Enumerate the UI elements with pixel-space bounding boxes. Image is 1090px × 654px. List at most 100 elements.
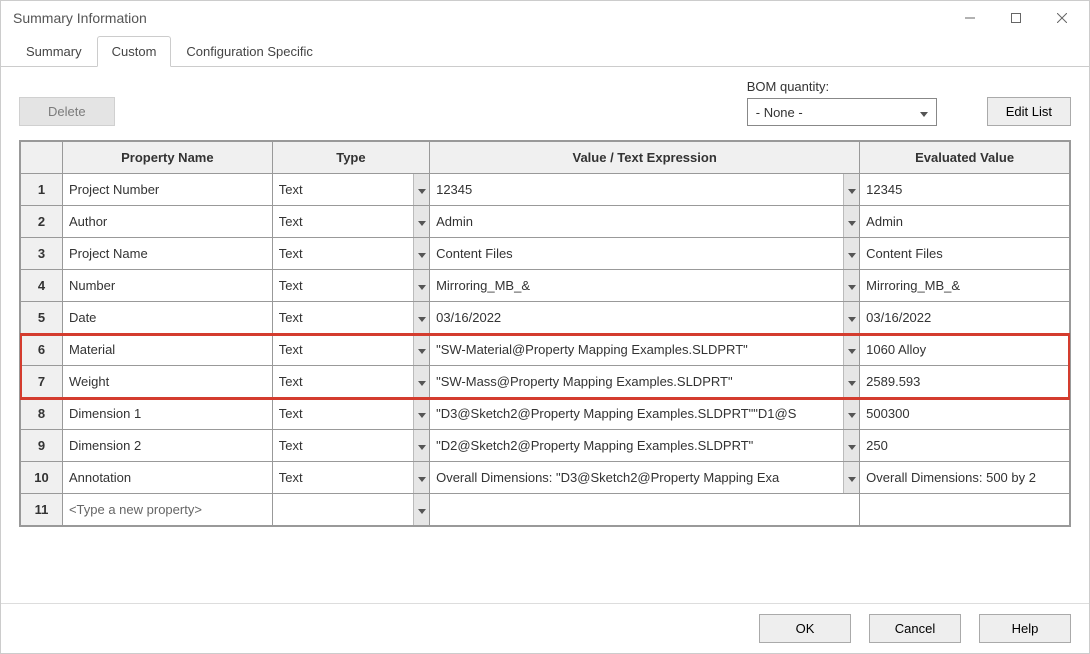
chevron-down-icon (418, 342, 426, 357)
cancel-button[interactable]: Cancel (869, 614, 961, 643)
titlebar: Summary Information (1, 1, 1089, 35)
cell-value-expression[interactable]: 12345 (430, 174, 860, 206)
chevron-down-icon (848, 246, 856, 261)
type-dropdown-button[interactable] (413, 302, 429, 333)
cell-evaluated-value: Content Files (860, 238, 1070, 270)
type-dropdown-button[interactable] (413, 206, 429, 237)
table-row[interactable]: 2AuthorTextAdminAdmin (21, 206, 1070, 238)
tab-configuration-specific[interactable]: Configuration Specific (171, 36, 327, 67)
cell-value-expression[interactable] (430, 494, 860, 526)
cell-value-expression[interactable]: "D2@Sketch2@Property Mapping Examples.SL… (430, 430, 860, 462)
chevron-down-icon (848, 438, 856, 453)
cell-value-expression[interactable]: Content Files (430, 238, 860, 270)
value-dropdown-button[interactable] (843, 206, 859, 237)
cell-property-name[interactable]: Dimension 2 (62, 430, 272, 462)
value-dropdown-button[interactable] (843, 366, 859, 397)
chevron-down-icon (848, 342, 856, 357)
type-dropdown-button[interactable] (413, 398, 429, 429)
tab-bar: Summary Custom Configuration Specific (1, 35, 1089, 67)
table-row[interactable]: 6MaterialText"SW-Material@Property Mappi… (21, 334, 1070, 366)
row-number: 8 (21, 398, 63, 430)
cell-new-property[interactable]: <Type a new property> (62, 494, 272, 526)
header-rownum (21, 142, 63, 174)
cell-property-name[interactable]: Material (62, 334, 272, 366)
value-dropdown-button[interactable] (843, 238, 859, 269)
type-dropdown-button[interactable] (413, 270, 429, 301)
table-row[interactable]: 9Dimension 2Text"D2@Sketch2@Property Map… (21, 430, 1070, 462)
value-dropdown-button[interactable] (843, 430, 859, 461)
type-dropdown-button[interactable] (413, 334, 429, 365)
cell-type[interactable]: Text (272, 430, 429, 462)
value-dropdown-button[interactable] (843, 302, 859, 333)
table-row[interactable]: 5DateText03/16/202203/16/2022 (21, 302, 1070, 334)
type-dropdown-button[interactable] (413, 238, 429, 269)
cell-property-name[interactable]: Author (62, 206, 272, 238)
content-area: Delete BOM quantity: - None - Edit List (1, 67, 1089, 603)
chevron-down-icon (418, 182, 426, 197)
cell-value-expression[interactable]: "SW-Mass@Property Mapping Examples.SLDPR… (430, 366, 860, 398)
cell-type[interactable]: Text (272, 174, 429, 206)
cell-property-name[interactable]: Date (62, 302, 272, 334)
cell-evaluated-value: 1060 Alloy (860, 334, 1070, 366)
header-evaluated-value: Evaluated Value (860, 142, 1070, 174)
value-dropdown-button[interactable] (843, 334, 859, 365)
cell-value-expression[interactable]: Mirroring_MB_& (430, 270, 860, 302)
table-row-new[interactable]: 11<Type a new property> (21, 494, 1070, 526)
type-dropdown-button[interactable] (413, 462, 429, 493)
cell-value-expression[interactable]: "D3@Sketch2@Property Mapping Examples.SL… (430, 398, 860, 430)
value-dropdown-button[interactable] (843, 270, 859, 301)
type-dropdown-button[interactable] (413, 366, 429, 397)
table-row[interactable]: 7WeightText"SW-Mass@Property Mapping Exa… (21, 366, 1070, 398)
cell-property-name[interactable]: Number (62, 270, 272, 302)
chevron-down-icon (418, 310, 426, 325)
cell-property-name[interactable]: Project Name (62, 238, 272, 270)
bom-quantity-select[interactable]: - None - (747, 98, 937, 126)
table-row[interactable]: 4NumberTextMirroring_MB_&Mirroring_MB_& (21, 270, 1070, 302)
table-row[interactable]: 1Project NumberText1234512345 (21, 174, 1070, 206)
table-row[interactable]: 3Project NameTextContent FilesContent Fi… (21, 238, 1070, 270)
cell-type[interactable]: Text (272, 270, 429, 302)
chevron-down-icon (848, 214, 856, 229)
help-button[interactable]: Help (979, 614, 1071, 643)
maximize-button[interactable] (993, 4, 1039, 32)
tab-custom[interactable]: Custom (97, 36, 172, 67)
table-row[interactable]: 10AnnotationTextOverall Dimensions: "D3@… (21, 462, 1070, 494)
ok-button[interactable]: OK (759, 614, 851, 643)
cell-property-name[interactable]: Dimension 1 (62, 398, 272, 430)
cell-type[interactable]: Text (272, 462, 429, 494)
chevron-down-icon (848, 406, 856, 421)
delete-button[interactable]: Delete (19, 97, 115, 126)
bom-quantity-value: - None - (756, 105, 803, 120)
row-number: 4 (21, 270, 63, 302)
cell-value-expression[interactable]: "SW-Material@Property Mapping Examples.S… (430, 334, 860, 366)
edit-list-button[interactable]: Edit List (987, 97, 1071, 126)
cell-property-name[interactable]: Project Number (62, 174, 272, 206)
minimize-button[interactable] (947, 4, 993, 32)
cell-property-name[interactable]: Weight (62, 366, 272, 398)
cell-type[interactable]: Text (272, 302, 429, 334)
value-dropdown-button[interactable] (843, 174, 859, 205)
type-dropdown-button[interactable] (413, 494, 429, 525)
type-dropdown-button[interactable] (413, 174, 429, 205)
cell-type[interactable]: Text (272, 398, 429, 430)
value-dropdown-button[interactable] (843, 462, 859, 493)
chevron-down-icon (418, 470, 426, 485)
cell-value-expression[interactable]: Overall Dimensions: "D3@Sketch2@Property… (430, 462, 860, 494)
bom-quantity-group: BOM quantity: - None - (747, 79, 937, 126)
value-dropdown-button[interactable] (843, 398, 859, 429)
type-dropdown-button[interactable] (413, 430, 429, 461)
cell-type[interactable]: Text (272, 366, 429, 398)
cell-property-name[interactable]: Annotation (62, 462, 272, 494)
cell-type[interactable]: Text (272, 334, 429, 366)
cell-type[interactable]: Text (272, 238, 429, 270)
cell-type[interactable]: Text (272, 206, 429, 238)
cell-type[interactable] (272, 494, 429, 526)
close-button[interactable] (1039, 4, 1085, 32)
cell-value-expression[interactable]: Admin (430, 206, 860, 238)
chevron-down-icon (418, 214, 426, 229)
header-property-name: Property Name (62, 142, 272, 174)
tab-summary[interactable]: Summary (11, 36, 97, 67)
table-row[interactable]: 8Dimension 1Text"D3@Sketch2@Property Map… (21, 398, 1070, 430)
row-number: 10 (21, 462, 63, 494)
cell-value-expression[interactable]: 03/16/2022 (430, 302, 860, 334)
